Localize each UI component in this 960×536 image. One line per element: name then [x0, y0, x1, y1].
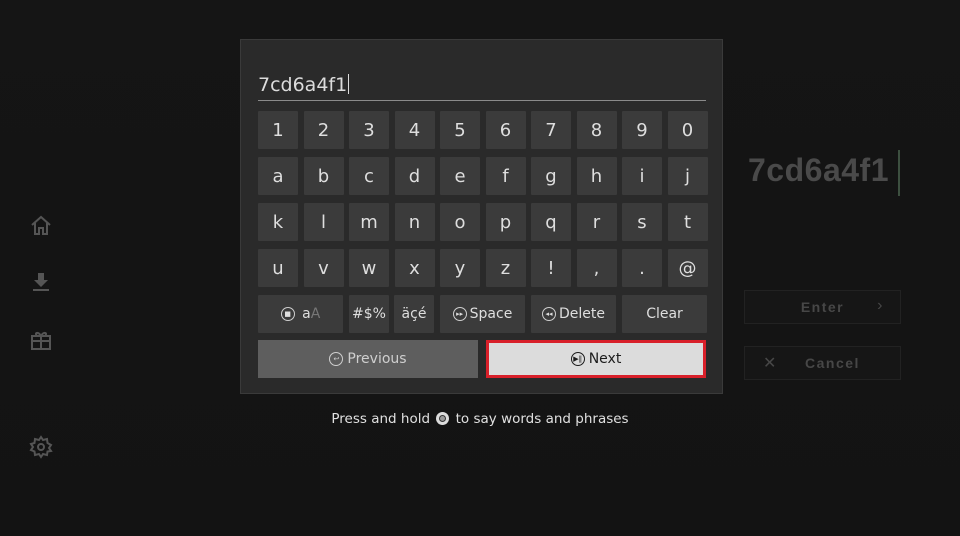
key[interactable]: g	[531, 157, 571, 195]
key[interactable]: 7	[531, 111, 571, 149]
space-key[interactable]: ▸▸ Space	[440, 295, 525, 333]
key[interactable]: x	[394, 249, 435, 287]
clear-key[interactable]: Clear	[622, 295, 707, 333]
home-icon[interactable]	[29, 214, 53, 238]
key[interactable]: !	[531, 249, 571, 287]
previous-label: Previous	[347, 351, 407, 367]
key[interactable]: 0	[667, 111, 708, 149]
gift-icon[interactable]	[29, 328, 53, 352]
key[interactable]: a	[258, 157, 298, 195]
key[interactable]: e	[440, 157, 480, 195]
key[interactable]: j	[667, 157, 708, 195]
text-cursor	[348, 74, 350, 94]
key[interactable]: y	[440, 249, 480, 287]
symbols-key[interactable]: #$%	[349, 295, 389, 333]
key[interactable]: z	[485, 249, 526, 287]
key[interactable]: v	[303, 249, 344, 287]
gear-icon[interactable]	[29, 435, 53, 459]
hint-text-before: Press and hold	[331, 411, 431, 427]
key[interactable]: p	[485, 203, 526, 241]
rewind-icon: ◂◂	[542, 307, 556, 321]
case-upper-label: A	[310, 306, 321, 322]
key[interactable]: 1	[258, 111, 298, 149]
background-code-text: 7cd6a4f1	[748, 152, 889, 188]
key[interactable]: w	[349, 249, 389, 287]
download-icon[interactable]	[29, 270, 53, 294]
case-toggle-key[interactable]: ■ aA	[258, 295, 343, 333]
enter-button[interactable]: Enter ›	[744, 290, 901, 324]
voice-hint: Press and hold to say words and phrases	[0, 411, 960, 427]
key[interactable]: o	[440, 203, 480, 241]
key[interactable]: b	[303, 157, 344, 195]
key[interactable]: t	[667, 203, 708, 241]
key[interactable]: s	[622, 203, 662, 241]
menu-button-icon: ■	[280, 307, 295, 321]
case-lower-label: a	[302, 306, 311, 322]
key[interactable]: u	[258, 249, 298, 287]
background-cursor	[898, 150, 900, 196]
key[interactable]: k	[258, 203, 298, 241]
next-button[interactable]: ▶‖ Next	[486, 340, 706, 378]
keyboard-dialog: 7cd6a4f1 ■ aA #$% äçé ▸▸ Space ◂◂ Delete C…	[240, 39, 723, 394]
key[interactable]: f	[485, 157, 526, 195]
key[interactable]: h	[576, 157, 617, 195]
text-input[interactable]: 7cd6a4f1	[258, 74, 706, 101]
key[interactable]: 3	[349, 111, 389, 149]
key[interactable]: @	[667, 249, 708, 287]
microphone-button-icon	[436, 412, 450, 425]
key[interactable]: 9	[622, 111, 662, 149]
chevron-right-icon: ›	[877, 297, 884, 314]
key[interactable]: .	[622, 249, 662, 287]
key[interactable]: 8	[576, 111, 617, 149]
next-label: Next	[588, 351, 622, 367]
key[interactable]: 5	[440, 111, 480, 149]
delete-key[interactable]: ◂◂ Delete	[531, 295, 616, 333]
accents-key[interactable]: äçé	[394, 295, 434, 333]
play-pause-icon: ▶‖	[570, 352, 585, 366]
cancel-label: Cancel	[805, 355, 860, 371]
space-label: Space	[469, 306, 513, 322]
key[interactable]: q	[531, 203, 571, 241]
key[interactable]: 4	[394, 111, 435, 149]
key[interactable]: m	[349, 203, 389, 241]
cancel-button[interactable]: ✕ Cancel	[744, 346, 901, 380]
hint-text-after: to say words and phrases	[455, 411, 629, 427]
key[interactable]: n	[394, 203, 435, 241]
key[interactable]: i	[622, 157, 662, 195]
input-value: 7cd6a4f1	[258, 74, 348, 96]
back-icon: ↩	[329, 352, 344, 366]
previous-button[interactable]: ↩ Previous	[258, 340, 478, 378]
fast-forward-icon: ▸▸	[452, 307, 467, 321]
key[interactable]: 6	[485, 111, 526, 149]
key[interactable]: 2	[303, 111, 344, 149]
key[interactable]: r	[576, 203, 617, 241]
key[interactable]: d	[394, 157, 435, 195]
key[interactable]: c	[349, 157, 389, 195]
delete-label: Delete	[559, 306, 605, 322]
key[interactable]: l	[303, 203, 344, 241]
key[interactable]: ,	[576, 249, 617, 287]
